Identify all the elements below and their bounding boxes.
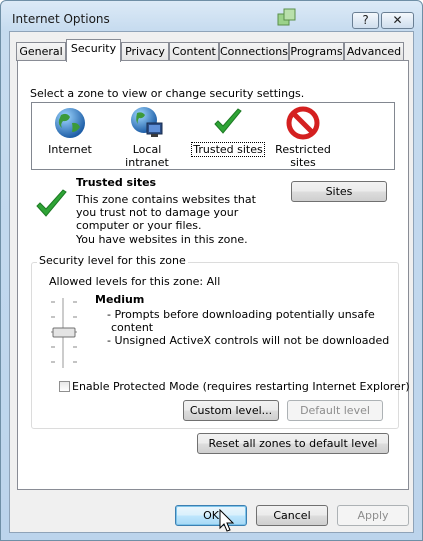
close-button[interactable]: ✕ bbox=[381, 12, 414, 29]
tab-security[interactable]: Security bbox=[66, 39, 121, 62]
reset-all-zones-button[interactable]: Reset all zones to default level bbox=[197, 433, 389, 454]
cancel-button[interactable]: Cancel bbox=[256, 505, 328, 526]
apply-button[interactable]: Apply bbox=[337, 505, 409, 526]
zone-label: Internet bbox=[48, 143, 92, 156]
dialog-client-area: General Security Privacy Content Connect… bbox=[9, 31, 414, 533]
restricted-icon bbox=[286, 106, 320, 140]
tab-privacy[interactable]: Privacy bbox=[121, 42, 169, 61]
tab-programs[interactable]: Programs bbox=[289, 42, 344, 61]
internet-options-window: Internet Options ? ✕ General Security Pr… bbox=[0, 0, 423, 541]
allowed-levels-text: Allowed levels for this zone: All bbox=[49, 275, 221, 288]
selected-zone-note: You have websites in this zone. bbox=[76, 233, 248, 246]
zone-local-intranet[interactable]: Local intranet bbox=[111, 105, 183, 169]
security-level-description: - Prompts before downloading potentially… bbox=[107, 308, 389, 347]
level-bullet: - Prompts before downloading potentially… bbox=[107, 308, 375, 321]
intranet-globe-icon bbox=[131, 107, 163, 137]
zone-label: Local intranet bbox=[125, 143, 169, 169]
zone-list[interactable]: Internet Local intranet Trusted sites Re… bbox=[31, 102, 395, 170]
zone-label: Restricted sites bbox=[275, 143, 331, 169]
zone-label: Trusted sites bbox=[191, 142, 265, 157]
custom-level-button[interactable]: Custom level... bbox=[183, 400, 279, 421]
security-level-group-title: Security level for this zone bbox=[37, 254, 188, 267]
security-level-name: Medium bbox=[95, 293, 145, 306]
selected-zone-title: Trusted sites bbox=[76, 176, 157, 189]
tab-advanced[interactable]: Advanced bbox=[344, 42, 404, 61]
help-button[interactable]: ? bbox=[352, 12, 379, 29]
zone-trusted-sites[interactable]: Trusted sites bbox=[191, 105, 265, 157]
app-icon bbox=[277, 8, 296, 26]
level-bullet: content bbox=[111, 321, 154, 334]
tab-connections[interactable]: Connections bbox=[219, 42, 289, 61]
zone-restricted-sites[interactable]: Restricted sites bbox=[267, 105, 339, 169]
sites-button[interactable]: Sites bbox=[291, 181, 387, 202]
zone-prompt: Select a zone to view or change security… bbox=[30, 87, 305, 100]
checkmark-icon bbox=[214, 108, 242, 134]
ok-button[interactable]: OK bbox=[175, 505, 247, 526]
title-bar[interactable]: Internet Options ? ✕ bbox=[1, 1, 422, 35]
tab-content[interactable]: Content bbox=[169, 42, 219, 61]
window-title: Internet Options bbox=[12, 12, 110, 26]
security-level-slider[interactable] bbox=[49, 296, 89, 372]
protected-mode-label[interactable]: Enable Protected Mode (requires restarti… bbox=[72, 380, 410, 393]
selected-zone-description: This zone contains websites that you tru… bbox=[76, 193, 256, 232]
mouse-cursor-icon bbox=[219, 509, 235, 532]
zone-internet[interactable]: Internet bbox=[34, 105, 106, 156]
globe-icon bbox=[55, 108, 85, 138]
protected-mode-checkbox[interactable] bbox=[59, 381, 70, 392]
selected-zone-checkmark-icon bbox=[36, 189, 67, 217]
level-bullet: - Unsigned ActiveX controls will not be … bbox=[107, 334, 390, 347]
default-level-button[interactable]: Default level bbox=[287, 400, 383, 421]
tab-general[interactable]: General bbox=[16, 42, 66, 61]
